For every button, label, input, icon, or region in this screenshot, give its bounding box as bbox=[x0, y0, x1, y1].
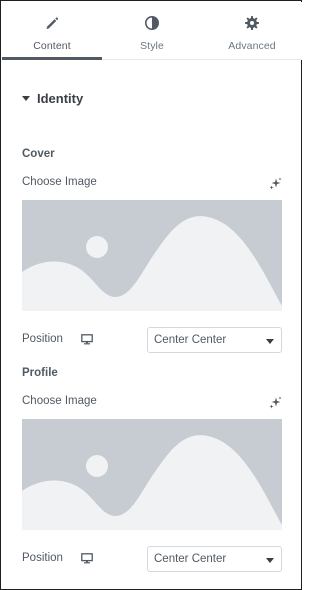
profile-choose-label: Choose Image bbox=[22, 395, 97, 407]
desktop-icon[interactable] bbox=[81, 334, 93, 345]
profile-position-select[interactable]: Center Center bbox=[147, 546, 282, 572]
profile-heading: Profile bbox=[22, 367, 58, 379]
tab-content[interactable]: Content bbox=[2, 2, 102, 60]
gear-icon bbox=[245, 16, 259, 30]
image-placeholder-icon bbox=[22, 200, 282, 311]
profile-position-label: Position bbox=[22, 552, 63, 564]
cover-position-value: Center Center bbox=[154, 334, 227, 346]
tab-advanced-label: Advanced bbox=[228, 40, 276, 52]
cover-choose-label: Choose Image bbox=[22, 176, 97, 188]
cover-image-placeholder[interactable] bbox=[22, 200, 282, 311]
tab-content-label: Content bbox=[33, 40, 71, 52]
tab-advanced[interactable]: Advanced bbox=[202, 2, 302, 59]
tab-style-label: Style bbox=[140, 40, 164, 52]
caret-down-icon bbox=[22, 96, 30, 101]
profile-position-value: Center Center bbox=[154, 553, 227, 565]
section-title: Identity bbox=[37, 91, 84, 106]
editor-panel: Content Style Advanced Identity Cover Ch… bbox=[0, 0, 302, 590]
cover-position-label: Position bbox=[22, 333, 63, 345]
desktop-icon[interactable] bbox=[81, 553, 93, 564]
section-identity-toggle[interactable]: Identity bbox=[22, 91, 83, 106]
pencil-icon bbox=[46, 17, 59, 29]
profile-position-row: Position Center Center bbox=[22, 546, 282, 572]
image-placeholder-icon bbox=[22, 419, 282, 530]
profile-image-placeholder[interactable] bbox=[22, 419, 282, 530]
contrast-icon bbox=[145, 16, 159, 30]
tab-style[interactable]: Style bbox=[102, 2, 202, 59]
chevron-down-icon bbox=[266, 558, 274, 563]
chevron-down-icon bbox=[266, 339, 274, 344]
cover-heading: Cover bbox=[22, 148, 55, 160]
sparkle-icon[interactable] bbox=[269, 396, 282, 409]
panel-tabs: Content Style Advanced bbox=[2, 2, 302, 60]
cover-position-select[interactable]: Center Center bbox=[147, 327, 282, 353]
cover-position-row: Position Center Center bbox=[22, 327, 282, 353]
sparkle-icon[interactable] bbox=[269, 177, 282, 190]
